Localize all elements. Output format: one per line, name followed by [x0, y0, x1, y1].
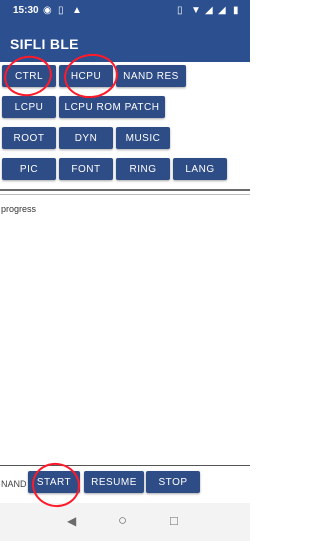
dyn-button[interactable]: DYN: [59, 127, 113, 149]
root-button[interactable]: ROOT: [2, 127, 56, 149]
pic-button[interactable]: PIC: [2, 158, 56, 180]
rocket-icon: ▲: [72, 5, 82, 16]
ring-button[interactable]: RING: [116, 158, 170, 180]
nand-res-button[interactable]: NAND RES: [116, 65, 186, 87]
battery-icon: ▮: [233, 5, 239, 16]
resume-button[interactable]: RESUME: [84, 471, 144, 493]
signal-icon: ◢: [205, 5, 213, 16]
vibrate-icon: ▯: [177, 5, 183, 16]
recents-icon[interactable]: □: [170, 513, 178, 528]
lcpu-rom-patch-button[interactable]: LCPU ROM PATCH: [59, 96, 165, 118]
lcpu-button[interactable]: LCPU: [2, 96, 56, 118]
sim-icon: ▯: [58, 5, 64, 16]
wifi-icon: ▼: [191, 5, 201, 16]
navigation-bar: ◀ ○ □: [0, 503, 250, 541]
divider-top: [0, 189, 250, 191]
font-button[interactable]: FONT: [59, 158, 113, 180]
progress-label: progress: [1, 204, 37, 214]
location-icon: ◉: [43, 5, 52, 16]
lang-button[interactable]: LANG: [173, 158, 227, 180]
stop-button[interactable]: STOP: [146, 471, 200, 493]
app-title: SIFLI BLE: [10, 36, 79, 52]
nand-label: NAND: [1, 479, 27, 489]
divider-top-2: [0, 194, 250, 195]
home-icon[interactable]: ○: [118, 512, 127, 529]
status-bar: 15:30 ◉ ▯ ▲ ▯ ▼ ◢ ◢ ▮: [0, 0, 250, 24]
signal-icon-2: ◢: [218, 5, 226, 16]
status-time: 15:30: [13, 5, 39, 16]
music-button[interactable]: MUSIC: [116, 127, 170, 149]
back-icon[interactable]: ◀: [67, 514, 76, 528]
divider-bottom: [0, 465, 250, 466]
